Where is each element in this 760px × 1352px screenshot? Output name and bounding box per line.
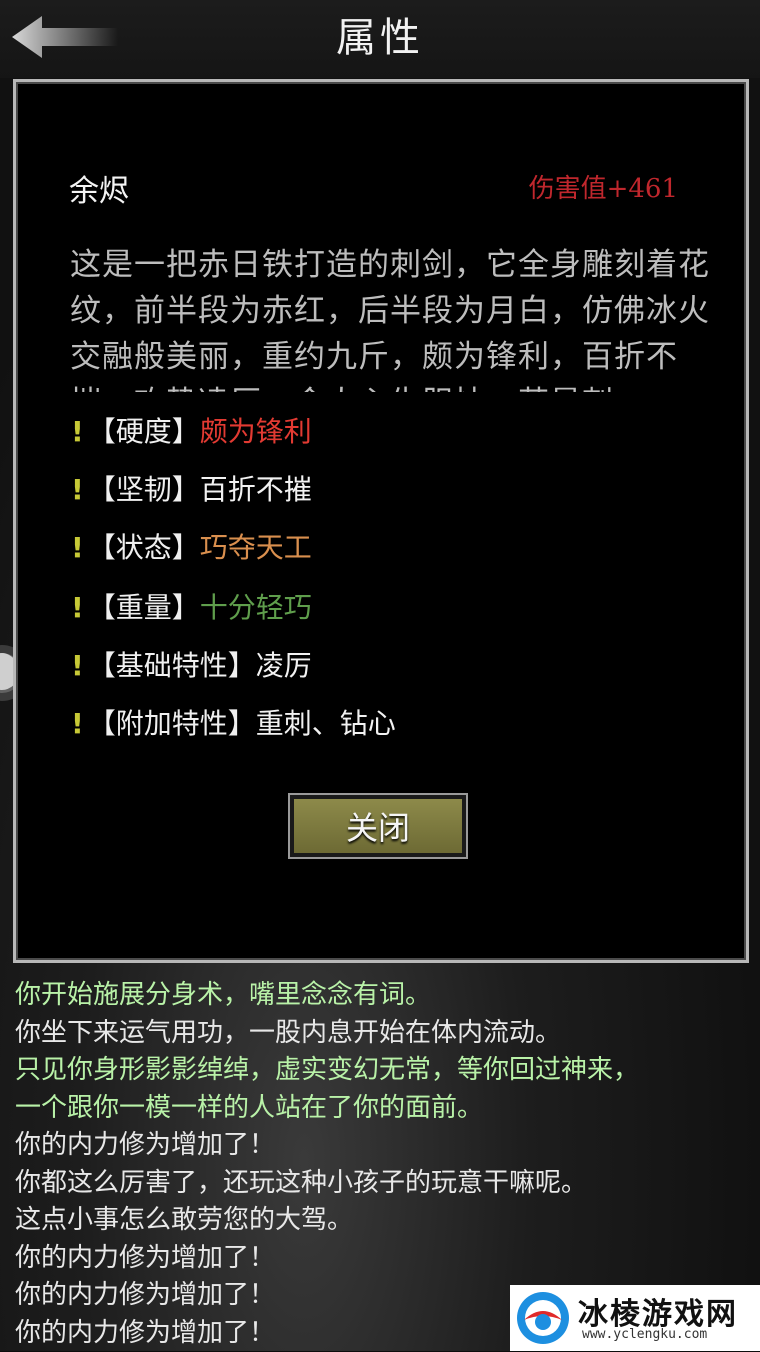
exclamation-icon: !	[71, 649, 84, 682]
top-bar: 属性	[0, 0, 760, 78]
damage-value: 伤害值+461	[529, 168, 678, 205]
log-line: 你坐下来运气用功，一股内息开始在体内流动。	[15, 1015, 755, 1053]
attribute-key: 【坚韧】	[88, 473, 200, 506]
close-button-label: 关闭	[294, 799, 462, 853]
attribute-value: 百折不摧	[200, 473, 312, 506]
attribute-value: 巧夺天工	[200, 531, 312, 564]
log-line: 只见你身形影影绰绰，虚实变幻无常，等你回过神来，	[15, 1052, 755, 1090]
attribute-row: !【附加特性】重刺、钻心	[71, 704, 396, 762]
watermark-url: www.yclengku.com	[582, 1327, 707, 1342]
attribute-row: !【基础特性】凌厉	[71, 646, 396, 704]
attribute-key: 【重量】	[88, 591, 200, 624]
exclamation-icon: !	[71, 707, 84, 740]
log-line: 你开始施展分身术，嘴里念念有词。	[15, 977, 755, 1015]
log-line: 你都这么厉害了，还玩这种小孩子的玩意干嘛呢。	[15, 1165, 755, 1203]
item-name: 余烬	[69, 166, 129, 210]
exclamation-icon: !	[71, 531, 84, 564]
ice-logo-icon	[514, 1290, 572, 1346]
attribute-key: 【硬度】	[88, 415, 200, 448]
page-title: 属性	[0, 8, 760, 68]
close-button[interactable]: 关闭	[288, 793, 468, 859]
attribute-key: 【附加特性】	[88, 707, 256, 740]
log-line: 这点小事怎么敢劳您的大驾。	[15, 1202, 755, 1240]
site-watermark: 冰棱游戏网 www.yclengku.com	[510, 1285, 760, 1351]
exclamation-icon: !	[71, 591, 84, 624]
log-line: 一个跟你一模一样的人站在了你的面前。	[15, 1090, 755, 1128]
attribute-list: !【硬度】颇为锋利 !【坚韧】百折不摧 !【状态】巧夺天工 !【重量】十分轻巧 …	[71, 412, 396, 762]
attribute-value: 十分轻巧	[200, 591, 312, 624]
item-description[interactable]: 这是一把赤日铁打造的刺剑，它全身雕刻着花纹，前半段为赤红，后半段为月白，仿佛冰火…	[70, 242, 720, 392]
log-line: 你的内力修为增加了！	[15, 1127, 755, 1165]
attribute-value: 凌厉	[256, 649, 312, 682]
attribute-value: 颇为锋利	[200, 415, 312, 448]
attribute-key: 【状态】	[88, 531, 200, 564]
attribute-value: 重刺、钻心	[256, 707, 396, 740]
attribute-row: !【状态】巧夺天工	[71, 528, 396, 588]
item-detail-dialog: 余烬 伤害值+461 这是一把赤日铁打造的刺剑，它全身雕刻着花纹，前半段为赤红，…	[13, 79, 749, 963]
log-line: 你的内力修为增加了！	[15, 1240, 755, 1278]
attribute-row: !【重量】十分轻巧	[71, 588, 396, 646]
exclamation-icon: !	[71, 415, 84, 448]
attribute-row: !【硬度】颇为锋利	[71, 412, 396, 470]
attribute-key: 【基础特性】	[88, 649, 256, 682]
exclamation-icon: !	[71, 473, 84, 506]
attribute-row: !【坚韧】百折不摧	[71, 470, 396, 528]
